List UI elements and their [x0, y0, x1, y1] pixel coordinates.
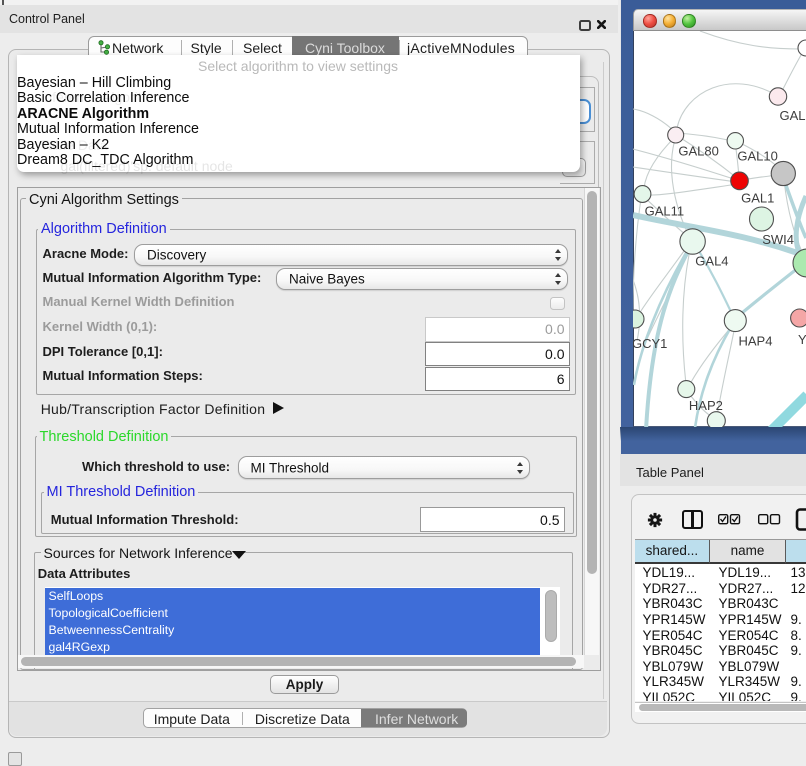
svg-text:Y: Y: [798, 332, 806, 347]
svg-text:GAL80: GAL80: [678, 144, 718, 159]
svg-text:HAP4: HAP4: [739, 334, 773, 349]
svg-text:GCY1: GCY1: [633, 336, 667, 351]
svg-text:GAL4: GAL4: [695, 254, 728, 269]
svg-text:GAL11: GAL11: [645, 204, 685, 219]
svg-text:SWI4: SWI4: [762, 232, 794, 247]
svg-text:GAL10: GAL10: [737, 149, 777, 164]
svg-text:GAL2: GAL2: [780, 108, 806, 123]
svg-text:HAP2: HAP2: [689, 398, 723, 413]
svg-text:GAL1: GAL1: [741, 191, 774, 206]
